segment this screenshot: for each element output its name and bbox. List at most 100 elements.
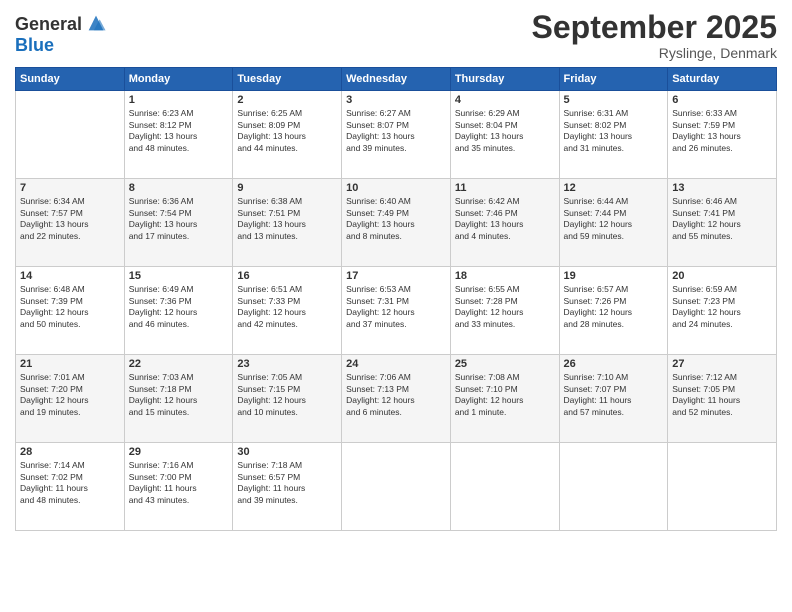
weekday-wednesday: Wednesday	[342, 68, 451, 91]
calendar-cell: 6 Sunrise: 6:33 AM Sunset: 7:59 PM Daylig…	[668, 91, 777, 179]
cell-content: Sunrise: 6:59 AM Sunset: 7:23 PM Dayligh…	[672, 284, 772, 330]
cell-content: Sunrise: 6:23 AM Sunset: 8:12 PM Dayligh…	[129, 108, 229, 154]
calendar-cell: 17 Sunrise: 6:53 AM Sunset: 7:31 PM Dayli…	[342, 267, 451, 355]
day-number: 10	[346, 182, 446, 194]
calendar-cell: 27 Sunrise: 7:12 AM Sunset: 7:05 PM Dayli…	[668, 355, 777, 443]
day-number: 28	[20, 446, 120, 458]
calendar-cell: 12Sunrise: 6:44 AM Sunset: 7:44 PM Dayli…	[559, 179, 668, 267]
calendar-cell	[668, 443, 777, 531]
calendar-cell: 21 Sunrise: 7:01 AM Sunset: 7:20 PM Dayli…	[16, 355, 125, 443]
page: General Blue September 2025 Ryslinge, De…	[0, 0, 792, 612]
weekday-saturday: Saturday	[668, 68, 777, 91]
day-number: 26	[564, 358, 664, 370]
calendar-cell: 10Sunrise: 6:40 AM Sunset: 7:49 PM Dayli…	[342, 179, 451, 267]
calendar-cell: 11 Sunrise: 6:42 AM Sunset: 7:46 PM Dayli…	[450, 179, 559, 267]
calendar-cell: 2 Sunrise: 6:25 AM Sunset: 8:09 PM Daylig…	[233, 91, 342, 179]
cell-content: Sunrise: 7:06 AM Sunset: 7:13 PM Dayligh…	[346, 372, 446, 418]
day-number: 20	[672, 270, 772, 282]
day-number: 4	[455, 94, 555, 106]
cell-content: Sunrise: 6:38 AM Sunset: 7:51 PM Dayligh…	[237, 196, 337, 242]
weekday-header-row: SundayMondayTuesdayWednesdayThursdayFrid…	[16, 68, 777, 91]
week-row-4: 28 Sunrise: 7:14 AM Sunset: 7:02 PM Dayli…	[16, 443, 777, 531]
week-row-0: 1 Sunrise: 6:23 AM Sunset: 8:12 PM Daylig…	[16, 91, 777, 179]
weekday-tuesday: Tuesday	[233, 68, 342, 91]
cell-content: Sunrise: 7:01 AM Sunset: 7:20 PM Dayligh…	[20, 372, 120, 418]
calendar-cell: 8 Sunrise: 6:36 AM Sunset: 7:54 PM Daylig…	[124, 179, 233, 267]
cell-content: Sunrise: 7:05 AM Sunset: 7:15 PM Dayligh…	[237, 372, 337, 418]
cell-content: Sunrise: 6:46 AM Sunset: 7:41 PM Dayligh…	[672, 196, 772, 242]
cell-content: Sunrise: 6:55 AM Sunset: 7:28 PM Dayligh…	[455, 284, 555, 330]
weekday-thursday: Thursday	[450, 68, 559, 91]
calendar-cell: 24 Sunrise: 7:06 AM Sunset: 7:13 PM Dayli…	[342, 355, 451, 443]
calendar-cell: 30 Sunrise: 7:18 AM Sunset: 6:57 PM Dayli…	[233, 443, 342, 531]
day-number: 16	[237, 270, 337, 282]
day-number: 7	[20, 182, 120, 194]
calendar-cell	[559, 443, 668, 531]
cell-content: Sunrise: 7:08 AM Sunset: 7:10 PM Dayligh…	[455, 372, 555, 418]
day-number: 23	[237, 358, 337, 370]
day-number: 15	[129, 270, 229, 282]
cell-content: Sunrise: 6:44 AM Sunset: 7:44 PM Dayligh…	[564, 196, 664, 242]
day-number: 2	[237, 94, 337, 106]
day-number: 1	[129, 94, 229, 106]
cell-content: Sunrise: 6:36 AM Sunset: 7:54 PM Dayligh…	[129, 196, 229, 242]
cell-content: Sunrise: 6:51 AM Sunset: 7:33 PM Dayligh…	[237, 284, 337, 330]
cell-content: Sunrise: 6:33 AM Sunset: 7:59 PM Dayligh…	[672, 108, 772, 154]
calendar-cell	[450, 443, 559, 531]
cell-content: Sunrise: 7:12 AM Sunset: 7:05 PM Dayligh…	[672, 372, 772, 418]
cell-content: Sunrise: 7:18 AM Sunset: 6:57 PM Dayligh…	[237, 460, 337, 506]
logo-general-text: General	[15, 14, 82, 35]
weekday-friday: Friday	[559, 68, 668, 91]
calendar-cell: 18Sunrise: 6:55 AM Sunset: 7:28 PM Dayli…	[450, 267, 559, 355]
calendar-cell	[16, 91, 125, 179]
day-number: 6	[672, 94, 772, 106]
calendar-cell	[342, 443, 451, 531]
cell-content: Sunrise: 7:10 AM Sunset: 7:07 PM Dayligh…	[564, 372, 664, 418]
cell-content: Sunrise: 6:49 AM Sunset: 7:36 PM Dayligh…	[129, 284, 229, 330]
calendar-cell: 16 Sunrise: 6:51 AM Sunset: 7:33 PM Dayli…	[233, 267, 342, 355]
cell-content: Sunrise: 7:03 AM Sunset: 7:18 PM Dayligh…	[129, 372, 229, 418]
calendar-cell: 5Sunrise: 6:31 AM Sunset: 8:02 PM Daylig…	[559, 91, 668, 179]
month-title: September 2025	[532, 10, 777, 45]
calendar-cell: 19Sunrise: 6:57 AM Sunset: 7:26 PM Dayli…	[559, 267, 668, 355]
day-number: 8	[129, 182, 229, 194]
calendar-cell: 20 Sunrise: 6:59 AM Sunset: 7:23 PM Dayli…	[668, 267, 777, 355]
cell-content: Sunrise: 7:16 AM Sunset: 7:00 PM Dayligh…	[129, 460, 229, 506]
calendar-cell: 9 Sunrise: 6:38 AM Sunset: 7:51 PM Daylig…	[233, 179, 342, 267]
day-number: 14	[20, 270, 120, 282]
calendar-cell: 28 Sunrise: 7:14 AM Sunset: 7:02 PM Dayli…	[16, 443, 125, 531]
cell-content: Sunrise: 6:34 AM Sunset: 7:57 PM Dayligh…	[20, 196, 120, 242]
header: General Blue September 2025 Ryslinge, De…	[15, 10, 777, 61]
cell-content: Sunrise: 6:25 AM Sunset: 8:09 PM Dayligh…	[237, 108, 337, 154]
week-row-1: 7 Sunrise: 6:34 AM Sunset: 7:57 PM Daylig…	[16, 179, 777, 267]
calendar-cell: 26 Sunrise: 7:10 AM Sunset: 7:07 PM Dayli…	[559, 355, 668, 443]
cell-content: Sunrise: 6:42 AM Sunset: 7:46 PM Dayligh…	[455, 196, 555, 242]
day-number: 17	[346, 270, 446, 282]
calendar-cell: 25 Sunrise: 7:08 AM Sunset: 7:10 PM Dayli…	[450, 355, 559, 443]
calendar-cell: 1 Sunrise: 6:23 AM Sunset: 8:12 PM Daylig…	[124, 91, 233, 179]
day-number: 21	[20, 358, 120, 370]
cell-content: Sunrise: 7:14 AM Sunset: 7:02 PM Dayligh…	[20, 460, 120, 506]
cell-content: Sunrise: 6:31 AM Sunset: 8:02 PM Dayligh…	[564, 108, 664, 154]
cell-content: Sunrise: 6:27 AM Sunset: 8:07 PM Dayligh…	[346, 108, 446, 154]
location: Ryslinge, Denmark	[532, 45, 777, 61]
week-row-2: 14Sunrise: 6:48 AM Sunset: 7:39 PM Dayli…	[16, 267, 777, 355]
day-number: 9	[237, 182, 337, 194]
calendar-cell: 13Sunrise: 6:46 AM Sunset: 7:41 PM Dayli…	[668, 179, 777, 267]
weekday-monday: Monday	[124, 68, 233, 91]
cell-content: Sunrise: 6:53 AM Sunset: 7:31 PM Dayligh…	[346, 284, 446, 330]
day-number: 30	[237, 446, 337, 458]
day-number: 11	[455, 182, 555, 194]
calendar-cell: 23 Sunrise: 7:05 AM Sunset: 7:15 PM Dayli…	[233, 355, 342, 443]
day-number: 19	[564, 270, 664, 282]
day-number: 27	[672, 358, 772, 370]
logo-blue-text: Blue	[15, 35, 54, 55]
week-row-3: 21 Sunrise: 7:01 AM Sunset: 7:20 PM Dayli…	[16, 355, 777, 443]
calendar-table: SundayMondayTuesdayWednesdayThursdayFrid…	[15, 67, 777, 531]
day-number: 24	[346, 358, 446, 370]
calendar-cell: 7 Sunrise: 6:34 AM Sunset: 7:57 PM Daylig…	[16, 179, 125, 267]
cell-content: Sunrise: 6:29 AM Sunset: 8:04 PM Dayligh…	[455, 108, 555, 154]
day-number: 25	[455, 358, 555, 370]
title-block: September 2025 Ryslinge, Denmark	[532, 10, 777, 61]
calendar-cell: 22Sunrise: 7:03 AM Sunset: 7:18 PM Dayli…	[124, 355, 233, 443]
